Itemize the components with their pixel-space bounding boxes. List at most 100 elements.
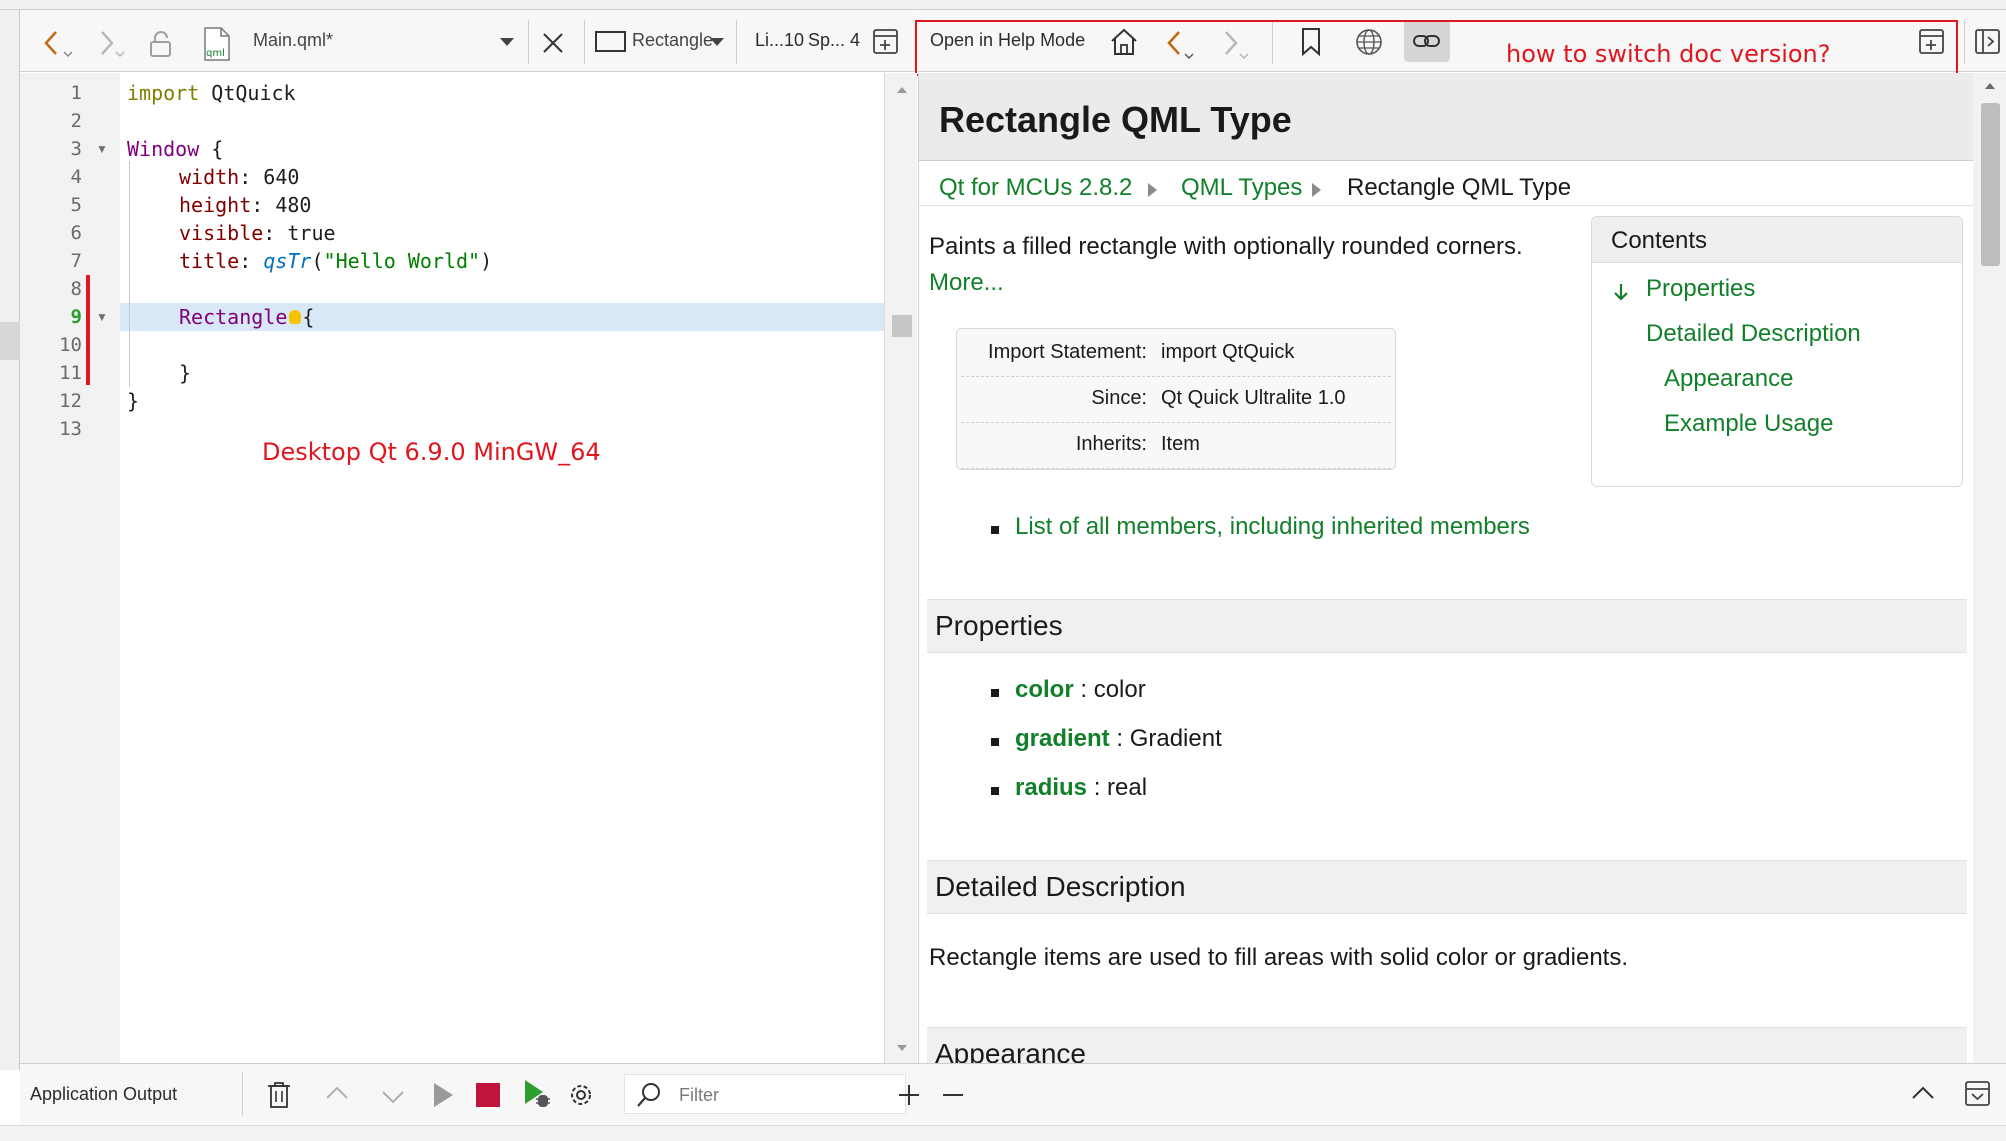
toc-item-properties[interactable]: Properties — [1646, 275, 1755, 303]
split-add-icon[interactable] — [872, 28, 900, 56]
scroll-down-icon[interactable] — [895, 1043, 909, 1053]
line-number: 13 — [59, 418, 82, 440]
line-number: 2 — [70, 110, 82, 132]
scroll-up-icon[interactable] — [895, 85, 909, 95]
fold-arrow-icon[interactable]: ▼ — [96, 142, 108, 156]
import-key: Inherits: — [1075, 433, 1147, 455]
inherits-link[interactable]: Item — [1161, 433, 1200, 456]
help-viewer[interactable]: Rectangle QML Type Qt for MCUs 2.8.2 QML… — [918, 73, 1973, 1063]
property-token: width — [179, 165, 240, 189]
code-token: : — [239, 249, 264, 273]
editor-scroll-thumb[interactable] — [892, 315, 912, 337]
help-scrollbar[interactable] — [1973, 73, 2006, 1063]
more-link[interactable]: More... — [929, 269, 1004, 297]
property-name-link[interactable]: radius — [1015, 774, 1087, 801]
zoom-in-icon[interactable] — [896, 1082, 922, 1108]
filter-placeholder: Filter — [679, 1085, 719, 1105]
editor-toolbar: qml Main.qml* Rectangle Li...10 Sp... 4 — [20, 10, 917, 72]
contents-header: Contents — [1592, 217, 1962, 263]
code-token: { — [199, 137, 224, 161]
filter-input[interactable]: Filter — [624, 1074, 906, 1114]
all-members-link[interactable]: List of all members, including inherited… — [1015, 513, 1530, 541]
property-name-link[interactable]: color — [1015, 676, 1074, 703]
code-token: { — [302, 305, 315, 329]
summary-text: Paints a filled rectangle with optionall… — [929, 233, 1523, 260]
line-number: 10 — [59, 334, 82, 356]
trash-icon[interactable] — [266, 1080, 292, 1110]
toolbar-separator — [584, 20, 585, 64]
maximize-pane-icon[interactable] — [1910, 1084, 1936, 1102]
properties-heading: Properties — [935, 610, 1063, 641]
svg-text:qml: qml — [206, 48, 225, 59]
toolbar-separator — [1964, 20, 1965, 64]
cursor-position-label[interactable]: Li...10 — [755, 30, 804, 51]
property-name-link[interactable]: gradient — [1015, 725, 1110, 752]
import-row: Inherits: Item — [961, 423, 1391, 469]
page-title: Rectangle QML Type — [939, 99, 1292, 140]
code-line: Window { — [127, 137, 223, 161]
left-mode-bar — [0, 10, 20, 1070]
previous-item-icon[interactable] — [324, 1084, 350, 1102]
import-value: Qt Quick Ultralite 1.0 — [1161, 387, 1346, 409]
lightbulb-icon[interactable] — [289, 310, 302, 324]
zoom-out-icon[interactable] — [940, 1082, 966, 1108]
debug-run-icon[interactable] — [522, 1078, 552, 1110]
help-scroll-thumb[interactable] — [1981, 103, 2000, 266]
scroll-up-icon[interactable] — [1983, 81, 1997, 91]
help-version-annotation: how to switch doc version? — [1506, 40, 1831, 68]
list-bullet — [991, 689, 999, 697]
toc-item-detailed-description[interactable]: Detailed Description — [1646, 320, 1861, 348]
string-token: "Hello World" — [323, 249, 481, 273]
editor-scrollbar[interactable] — [884, 73, 917, 1063]
breadcrumb-item[interactable]: Qt for MCUs 2.8.2 — [939, 174, 1132, 202]
toolbar-separator — [242, 1072, 243, 1116]
fold-arrow-icon[interactable]: ▼ — [96, 310, 108, 324]
file-name-label[interactable]: Main.qml* — [253, 30, 333, 51]
import-row: Import Statement: import QtQuick — [961, 331, 1391, 377]
detailed-heading: Detailed Description — [935, 871, 1186, 902]
line-number: 12 — [59, 390, 82, 412]
line-number: 3 — [70, 138, 82, 160]
line-number: 4 — [70, 166, 82, 188]
forward-arrow-icon[interactable] — [94, 28, 130, 58]
breadcrumb-item[interactable]: QML Types — [1181, 174, 1302, 202]
search-icon — [637, 1083, 660, 1107]
settings-gear-icon[interactable] — [566, 1080, 596, 1110]
output-tabs-strip — [0, 1125, 2006, 1141]
run-icon[interactable] — [430, 1080, 456, 1110]
back-arrow-icon[interactable] — [38, 28, 74, 58]
type-token: Rectangle — [179, 305, 288, 329]
file-dropdown-icon[interactable] — [498, 36, 516, 48]
property-type: : Gradient — [1109, 725, 1222, 752]
lock-icon[interactable] — [148, 30, 174, 58]
stop-icon[interactable] — [476, 1083, 500, 1107]
close-document-icon[interactable] — [540, 30, 566, 56]
import-key: Since: — [1091, 387, 1147, 409]
down-arrow-icon — [1614, 284, 1628, 301]
symbol-dropdown-icon[interactable] — [708, 36, 726, 48]
keyword-token: import — [127, 81, 200, 105]
contents-title: Contents — [1611, 227, 1708, 254]
close-pane-icon[interactable] — [1964, 1080, 1992, 1108]
toc-item-appearance[interactable]: Appearance — [1664, 365, 1793, 393]
line-number: 7 — [70, 250, 82, 272]
property-token: title — [179, 249, 240, 273]
property-type: : real — [1087, 774, 1148, 801]
help-title-bar: Rectangle QML Type — [919, 73, 1973, 161]
property-item: gradient : Gradient — [1015, 725, 1222, 753]
property-item: radius : real — [1015, 774, 1147, 802]
function-token: qsTr — [263, 249, 312, 273]
breadcrumb-separator-icon — [1148, 183, 1157, 197]
detailed-description-text: Rectangle items are used to fill areas w… — [929, 944, 1628, 971]
application-output-title[interactable]: Application Output — [30, 1084, 177, 1105]
sidebar-toggle-icon[interactable] — [1974, 28, 2002, 56]
next-item-icon[interactable] — [380, 1088, 406, 1106]
appearance-heading: Appearance — [935, 1038, 1087, 1063]
property-token: visible — [179, 221, 264, 245]
list-bullet — [991, 526, 999, 534]
indentation-label[interactable]: Sp... 4 — [808, 30, 860, 51]
line-number: 8 — [70, 278, 82, 300]
current-line-number: 9 — [70, 306, 82, 328]
toc-item-example-usage[interactable]: Example Usage — [1664, 410, 1833, 438]
symbol-selector[interactable]: Rectangle — [632, 30, 713, 51]
